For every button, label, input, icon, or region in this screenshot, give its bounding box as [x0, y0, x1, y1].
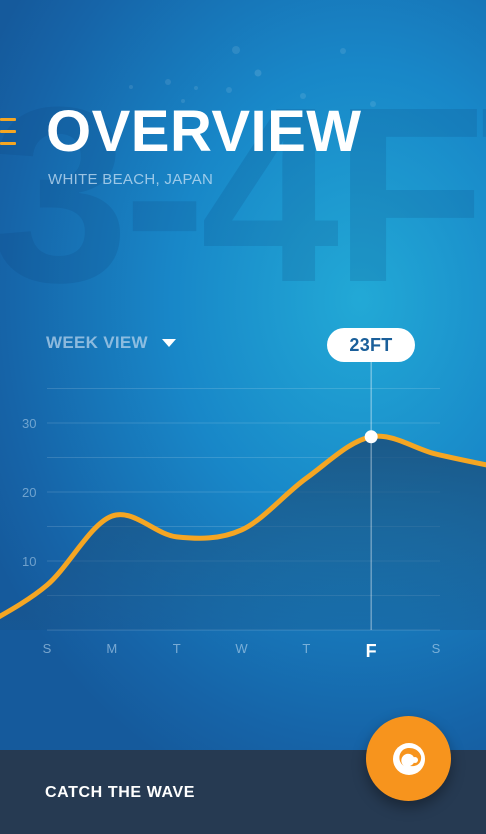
- wave-icon: [392, 742, 425, 775]
- selected-value-tooltip: 23FT: [327, 328, 415, 362]
- x-tick-label: T: [173, 641, 181, 656]
- y-tick-label: 10: [22, 554, 36, 569]
- overview-screen: 3-4FT OVERVIEW WHITE BEACH, JAPAN WEEK V…: [0, 0, 486, 834]
- x-tick-label: M: [106, 641, 117, 656]
- catch-the-wave-link[interactable]: CATCH THE WAVE: [45, 784, 195, 802]
- x-tick-label: T: [302, 641, 310, 656]
- y-tick-label: 30: [22, 416, 36, 431]
- chart-area-fill: [0, 436, 486, 630]
- x-tick-label: S: [43, 641, 52, 656]
- x-tick-label: F: [366, 641, 377, 661]
- wave-action-button[interactable]: [366, 716, 451, 801]
- y-tick-label: 20: [22, 485, 36, 500]
- x-tick-label: S: [432, 641, 441, 656]
- selected-value-label: 23FT: [349, 334, 393, 355]
- x-tick-label: W: [235, 641, 248, 656]
- selected-data-point: [364, 430, 378, 444]
